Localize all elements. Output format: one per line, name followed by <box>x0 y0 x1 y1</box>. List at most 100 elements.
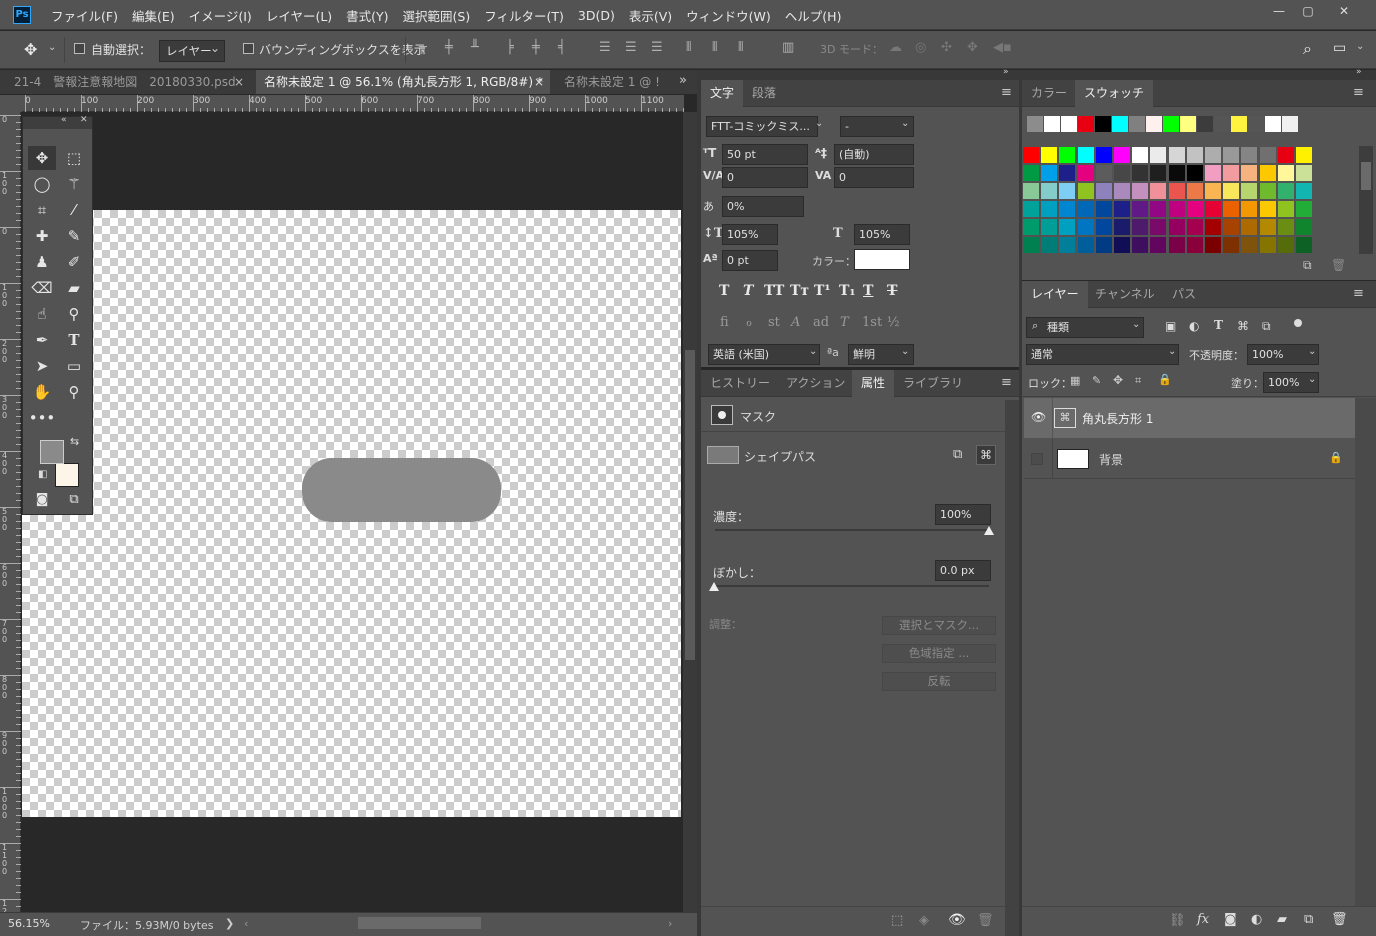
swatch[interactable] <box>1077 219 1094 235</box>
swatch[interactable] <box>1059 183 1076 199</box>
swatch[interactable] <box>1168 147 1185 163</box>
dodge-tool[interactable]: ⚲ <box>60 302 88 326</box>
swatch[interactable] <box>1259 219 1276 235</box>
menu-help[interactable]: ヘルプ(H) <box>778 6 849 25</box>
faux-italic-button[interactable]: T <box>743 283 753 299</box>
density-slider-track[interactable] <box>715 529 989 531</box>
swatch[interactable] <box>1205 201 1221 217</box>
distribute-vcenter-icon[interactable]: ☰ <box>625 40 637 55</box>
swatch[interactable] <box>1241 201 1258 217</box>
filter-smart-object-icon[interactable]: ⧉ <box>1262 319 1271 334</box>
swatch[interactable] <box>1132 237 1149 253</box>
recent-swatch[interactable] <box>1095 116 1111 132</box>
background-color-swatch[interactable] <box>55 463 79 487</box>
menu-filter[interactable]: フィルター(T) <box>477 6 571 25</box>
workspace-chevron-icon[interactable]: ⌄ <box>1356 41 1364 52</box>
smudge-tool[interactable]: ☝ <box>28 302 56 326</box>
recent-swatch[interactable] <box>1214 116 1230 132</box>
menu-select[interactable]: 選択範囲(S) <box>396 6 478 25</box>
swatch[interactable] <box>1150 201 1167 217</box>
swatch[interactable] <box>1095 147 1112 163</box>
maximize-button[interactable]: ▢ <box>1295 2 1321 20</box>
screen-mode-icon[interactable]: ⧉ <box>60 488 88 512</box>
align-vcenter-icon[interactable]: ╪ <box>445 40 453 55</box>
layer-row-background[interactable]: 背景 🔒 <box>1024 439 1355 479</box>
swatch[interactable] <box>1223 183 1240 199</box>
swatch[interactable] <box>1132 183 1149 199</box>
type-tool[interactable]: T <box>60 328 88 352</box>
new-layer-icon[interactable]: ⧉ <box>1304 912 1313 927</box>
swatch[interactable] <box>1132 165 1149 181</box>
vertical-scroll-thumb[interactable] <box>685 350 695 660</box>
healing-brush-tool[interactable]: ✚ <box>28 224 56 248</box>
swatch[interactable] <box>1132 201 1149 217</box>
swatches-scrollbar[interactable] <box>1359 146 1373 254</box>
swatch[interactable] <box>1241 165 1258 181</box>
swash-button[interactable]: A <box>791 315 800 330</box>
3d-pan-icon[interactable]: ✣ <box>941 40 952 55</box>
eraser-tool[interactable]: ⌫ <box>28 276 56 300</box>
tsume-input[interactable]: 0% <box>722 196 804 217</box>
swatch[interactable] <box>1150 219 1167 235</box>
gradient-tool[interactable]: ▰ <box>60 276 88 300</box>
swatch[interactable] <box>1296 183 1312 199</box>
filter-type-icon[interactable]: T <box>1214 318 1223 332</box>
swatch[interactable] <box>1041 183 1058 199</box>
quick-mask-icon[interactable]: ◙ <box>28 488 56 512</box>
stamp-tool[interactable]: ♟ <box>28 250 56 274</box>
zoom-level[interactable]: 56.15% <box>8 917 50 930</box>
align-hcenter-icon[interactable]: ╪ <box>532 40 540 55</box>
swatch[interactable] <box>1059 201 1076 217</box>
recent-swatch[interactable] <box>1163 116 1179 132</box>
swatch[interactable] <box>1223 147 1240 163</box>
distribute-hcenter-icon[interactable]: ⫴ <box>712 40 717 55</box>
auto-align-icon[interactable]: ▥ <box>782 40 794 55</box>
swatch[interactable] <box>1296 147 1312 163</box>
swatch[interactable] <box>1259 147 1276 163</box>
stylistic-alternates-button[interactable]: ad <box>813 315 829 330</box>
menu-window[interactable]: ウィンドウ(W) <box>679 6 778 25</box>
swatch[interactable] <box>1023 183 1039 199</box>
tab-swatches[interactable]: スウォッチ <box>1075 80 1154 107</box>
swatch[interactable] <box>1241 183 1258 199</box>
more-tools-icon[interactable]: ••• <box>28 406 56 430</box>
swatch[interactable] <box>1259 165 1276 181</box>
move-tool[interactable]: ✥ <box>28 146 56 170</box>
swatch[interactable] <box>1059 165 1076 181</box>
magic-wand-tool[interactable]: ⚚ <box>60 172 88 196</box>
recent-swatch[interactable] <box>1180 116 1196 132</box>
swatch[interactable] <box>1186 165 1203 181</box>
tab-paragraph[interactable]: 段落 <box>743 80 785 107</box>
toolbox-header[interactable]: « ✕ <box>23 115 92 129</box>
history-brush-tool[interactable]: ✐ <box>60 250 88 274</box>
panel-menu-icon[interactable]: ≡ <box>1001 85 1012 100</box>
distribute-bottom-icon[interactable]: ☰ <box>651 40 663 55</box>
scroll-left-icon[interactable]: ‹ <box>244 917 248 930</box>
align-top-icon[interactable]: ╥ <box>419 40 427 55</box>
3d-scale-icon[interactable]: ◀▪ <box>993 40 1012 55</box>
swatch[interactable] <box>1095 165 1112 181</box>
swatch[interactable] <box>1023 237 1039 253</box>
add-mask-icon[interactable]: ◙ <box>1224 912 1237 927</box>
doc-tab-2[interactable]: 名称未設定 1 @ 56.1% (角丸長方形 1, RGB/8#) * × <box>256 70 550 94</box>
foreground-color-swatch[interactable] <box>40 440 64 464</box>
swatch[interactable] <box>1296 237 1312 253</box>
doc-tab-3[interactable]: 名称未設定 1 @ ! <box>556 70 666 94</box>
swatch[interactable] <box>1277 147 1294 163</box>
menu-layer[interactable]: レイヤー(L) <box>259 6 339 25</box>
align-right-icon[interactable]: ╡ <box>558 40 566 55</box>
default-colors-icon[interactable]: ◧ <box>38 469 47 480</box>
font-family-dropdown[interactable]: FTT-コミックミス... <box>706 116 818 137</box>
properties-scrollbar[interactable] <box>1005 400 1019 936</box>
swatch[interactable] <box>1150 147 1167 163</box>
collapse-icon[interactable]: » <box>1356 67 1362 77</box>
chevron-down-icon[interactable]: ⌄ <box>1168 346 1176 357</box>
recent-swatch[interactable] <box>1197 116 1213 132</box>
recent-swatch[interactable] <box>1248 116 1264 132</box>
swatch[interactable] <box>1277 201 1294 217</box>
menu-type[interactable]: 書式(Y) <box>339 6 395 25</box>
layers-scrollbar[interactable] <box>1355 398 1376 906</box>
swatch[interactable] <box>1150 237 1167 253</box>
swatch[interactable] <box>1114 219 1130 235</box>
eye-icon[interactable]: 👁 <box>1031 410 1046 424</box>
